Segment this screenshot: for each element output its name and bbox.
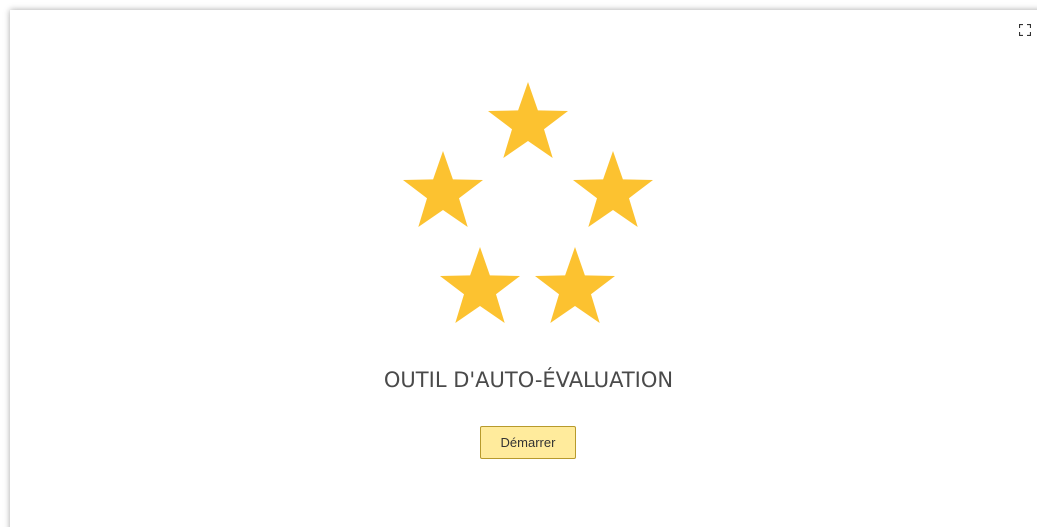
star-icon: [535, 247, 615, 323]
star-icon: [488, 82, 568, 158]
window-top-edge: [0, 0, 1037, 10]
stars-logo: [403, 82, 653, 323]
star-icon: [573, 151, 653, 227]
page-title: OUTIL D'AUTO-ÉVALUATION: [383, 368, 674, 392]
star-icon: [440, 247, 520, 323]
star-icon: [403, 151, 483, 227]
start-button[interactable]: Démarrer: [480, 426, 576, 459]
fullscreen-icon[interactable]: [1018, 23, 1032, 37]
